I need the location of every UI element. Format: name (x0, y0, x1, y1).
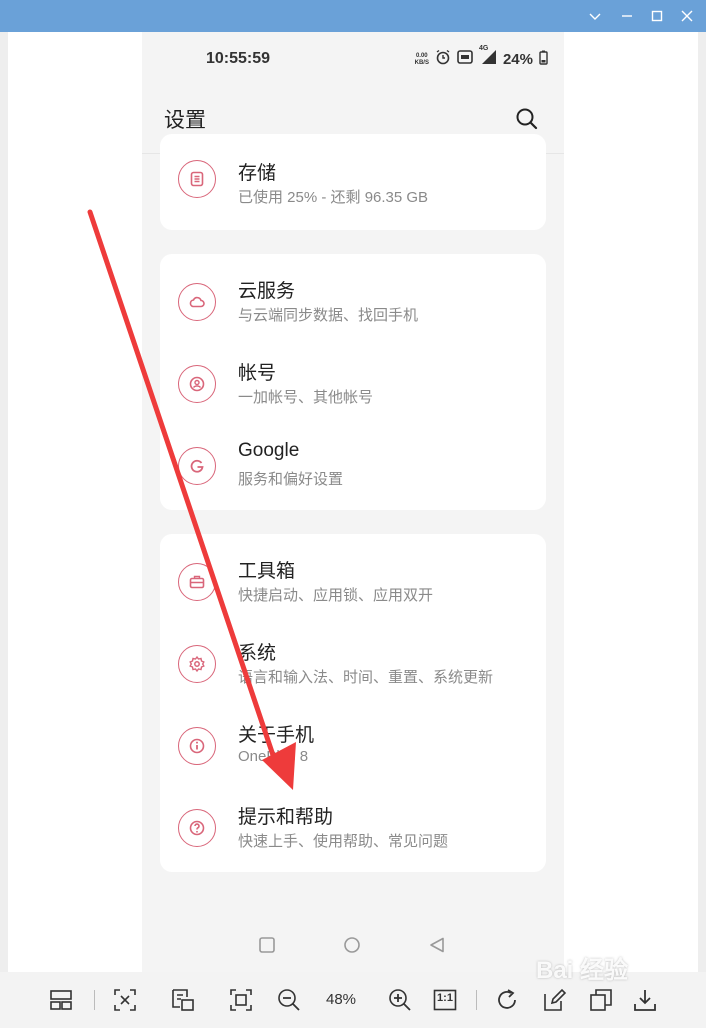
copy-icon[interactable] (588, 987, 614, 1013)
item-title: 关于手机 (238, 725, 315, 746)
item-subtitle: 与云端同步数据、找回手机 (238, 307, 419, 324)
settings-item-toolbox[interactable]: 工具箱 快捷启动、应用锁、应用双开 (160, 534, 546, 616)
home-button[interactable] (343, 936, 361, 959)
status-bar: 10:55:59 0.00 KB/S 4G 24% (142, 32, 564, 88)
item-subtitle: 快捷启动、应用锁、应用双开 (238, 587, 434, 604)
status-icons: 0.00 KB/S 4G 24% (414, 45, 548, 70)
window-titlebar (0, 0, 706, 32)
storage-title: 存储 (238, 163, 277, 184)
actual-size-label: 1:1 (437, 992, 453, 1004)
settings-item-google[interactable]: Google 服务和偏好设置 (160, 418, 546, 500)
item-title: 系统 (238, 643, 277, 664)
fit-window-icon[interactable] (112, 987, 138, 1013)
ocr-icon[interactable] (170, 987, 196, 1013)
close-button[interactable] (672, 0, 702, 32)
crop-icon[interactable] (228, 987, 254, 1013)
item-title: 工具箱 (238, 561, 296, 582)
phone-screen: 10:55:59 0.00 KB/S 4G 24% 设置 存储 已使用 25% … (142, 32, 564, 972)
settings-item-about[interactable]: 关于手机 OnePlus 8 (160, 698, 546, 780)
rotate-icon[interactable] (494, 987, 520, 1013)
actual-size-button[interactable]: 1:1 (432, 987, 458, 1013)
help-icon (178, 809, 216, 847)
item-title: 帐号 (238, 363, 277, 384)
recents-button[interactable] (258, 936, 276, 959)
settings-item-help[interactable]: 提示和帮助 快速上手、使用帮助、常见问题 (160, 780, 546, 862)
chevron-down-icon[interactable] (580, 0, 610, 32)
account-group-card: 云服务 与云端同步数据、找回手机 帐号 一加帐号、其他帐号 Google 服务和… (160, 254, 546, 510)
back-button[interactable] (428, 936, 446, 959)
settings-item-account[interactable]: 帐号 一加帐号、其他帐号 (160, 336, 546, 418)
toolbox-icon (178, 563, 216, 601)
download-icon[interactable] (632, 987, 658, 1013)
signal-icon: 4G (479, 45, 497, 70)
settings-item-system[interactable]: 系统 语言和输入法、时间、重置、系统更新 (160, 616, 546, 698)
window-border-left (0, 32, 8, 972)
item-subtitle: 服务和偏好设置 (238, 471, 344, 488)
status-time: 10:55:59 (206, 50, 271, 67)
item-subtitle: 语言和输入法、时间、重置、系统更新 (238, 669, 494, 686)
info-icon (178, 727, 216, 765)
cloud-icon (178, 283, 216, 321)
zoom-out-icon[interactable] (276, 987, 302, 1013)
android-nav-bar (142, 922, 564, 972)
toolbar-separator (476, 990, 477, 1010)
storage-card: 存储 已使用 25% - 还剩 96.35 GB (160, 134, 546, 230)
item-subtitle: OnePlus 8 (238, 748, 309, 765)
toolbar-separator (94, 990, 95, 1010)
system-group-card: 工具箱 快捷启动、应用锁、应用双开 系统 语言和输入法、时间、重置、系统更新 关… (160, 534, 546, 872)
edit-icon[interactable] (542, 987, 568, 1013)
alarm-icon (435, 49, 451, 70)
storage-icon (178, 160, 216, 198)
item-title: 提示和帮助 (238, 807, 334, 828)
storage-subtitle: 已使用 25% - 还剩 96.35 GB (238, 189, 429, 206)
zoom-in-icon[interactable] (387, 987, 413, 1013)
item-subtitle: 快速上手、使用帮助、常见问题 (238, 833, 449, 850)
settings-list[interactable]: 存储 已使用 25% - 还剩 96.35 GB 云服务 与云端同步数据、找回手… (142, 134, 564, 914)
item-subtitle: 一加帐号、其他帐号 (238, 389, 374, 406)
account-icon (178, 365, 216, 403)
search-icon[interactable] (514, 106, 540, 132)
settings-item-storage[interactable]: 存储 已使用 25% - 还剩 96.35 GB (160, 138, 546, 220)
thumbnail-layout-icon[interactable] (48, 987, 74, 1013)
watermark: Bai 经验 (536, 957, 629, 984)
window-border-right (698, 32, 706, 972)
item-title: Google (238, 440, 300, 461)
item-title: 云服务 (238, 281, 296, 302)
maximize-button[interactable] (642, 0, 672, 32)
battery-percent: 24% (502, 51, 533, 68)
settings-item-cloud[interactable]: 云服务 与云端同步数据、找回手机 (160, 254, 546, 336)
network-speed: 0.00 KB/S (414, 52, 429, 66)
battery-icon (539, 50, 548, 70)
zoom-level: 48% (326, 991, 357, 1008)
google-icon (178, 447, 216, 485)
minimize-button[interactable] (612, 0, 642, 32)
volte-icon (457, 50, 473, 69)
gear-icon (178, 645, 216, 683)
page-title: 设置 (164, 109, 206, 132)
